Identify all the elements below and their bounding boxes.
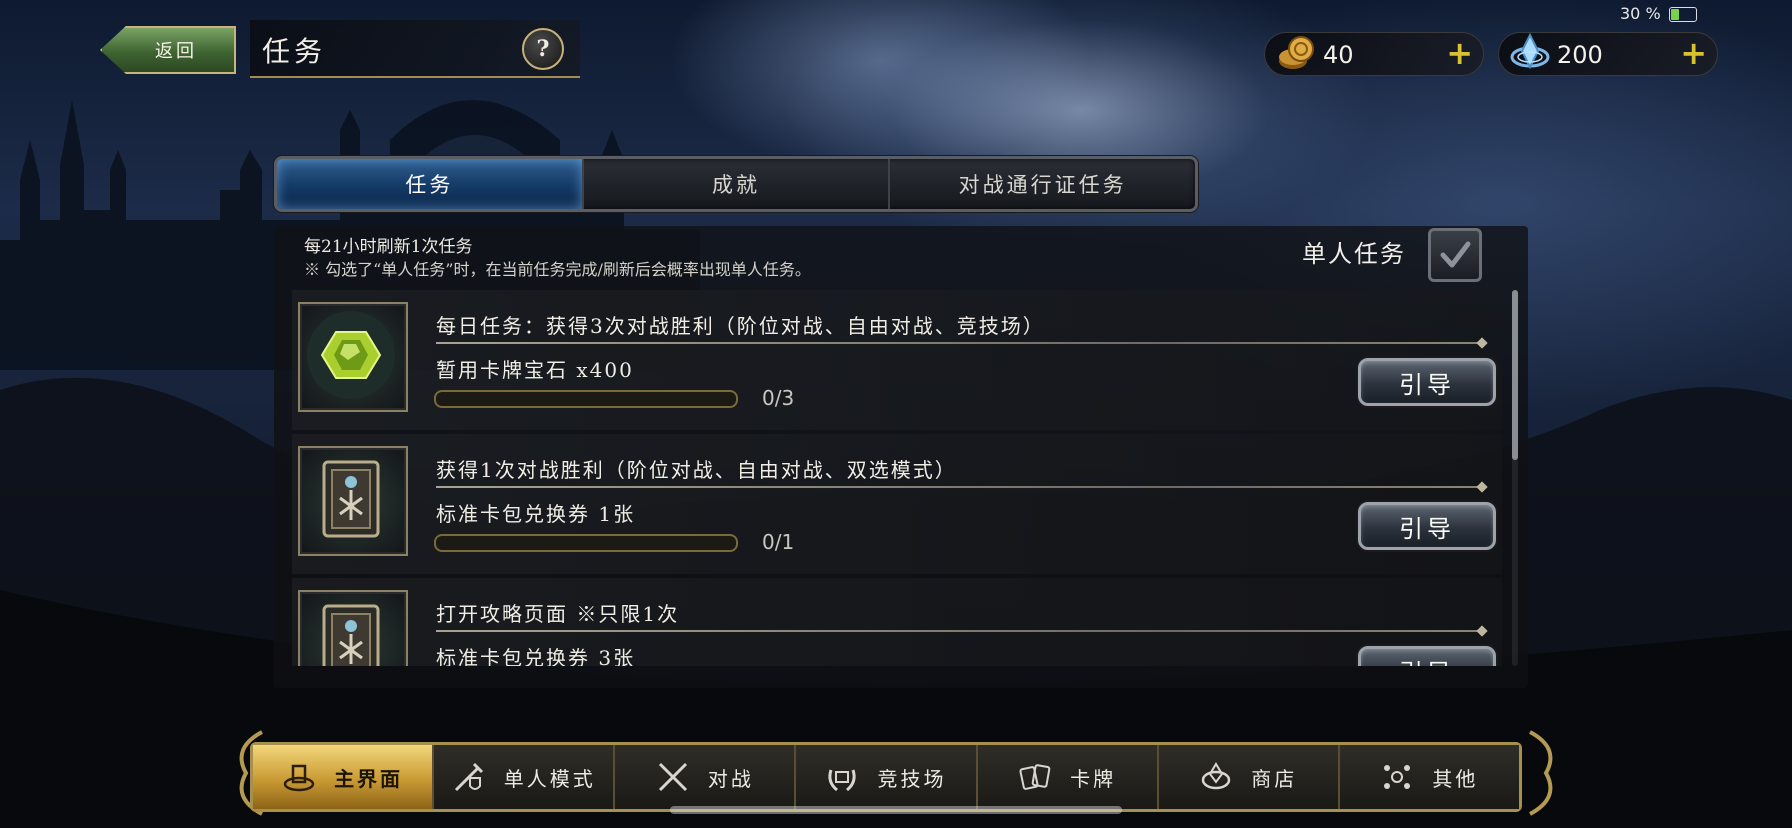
add-crystal-button[interactable]: + [1680,37,1707,69]
mission-title: 获得1次对战胜利（阶位对战、自由对战、双选模式） [436,458,957,482]
mission-progress-text: 0/3 [762,386,795,410]
home-indicator[interactable] [670,806,1122,814]
solo-mission-label: 单人任务 [1302,240,1406,268]
add-gold-button[interactable]: + [1446,37,1473,69]
mission-reward: 标准卡包兑换券 1张 [436,502,636,526]
battery-indicator: 30 % [1620,4,1697,23]
shop-icon [1202,762,1231,790]
refresh-note: 每21小时刷新1次任务 [304,237,473,257]
sword-shield-icon [454,762,483,792]
nav-shop-label: 商店 [1251,766,1298,791]
nav-cards[interactable]: 卡牌 [977,745,1159,809]
card-pack-ticket-icon [298,446,408,556]
help-button[interactable]: ? [522,28,564,70]
crystal-amount: 200 [1557,41,1603,69]
mission-divider [436,342,1482,344]
nav-solo-mode[interactable]: 单人模式 [434,745,616,809]
tab-achievements[interactable]: 成就 [584,159,891,209]
battery-fill [1670,9,1679,20]
tab-battle-pass-missions[interactable]: 对战通行证任务 [890,159,1195,209]
mission-panel: 每21小时刷新1次任务 ※ 勾选了“单人任务”时，在当前任务完成/刷新后会概率出… [274,226,1528,688]
gold-amount: 40 [1323,41,1354,69]
solo-mission-checkbox[interactable] [1428,228,1482,282]
arena-wreath-icon [828,769,857,792]
guide-button[interactable]: 引导 [1358,646,1496,666]
bottom-navigation: 主界面 单人模式 对战 竞技场 卡牌 商店 其他 [250,742,1522,812]
mission-title: 每日任务：获得3次对战胜利（阶位对战、自由对战、竞技场） [436,314,1045,338]
crossed-swords-icon [658,762,687,792]
mission-progress-text: 0/1 [762,530,795,554]
help-icon: ? [536,36,550,62]
nav-cards-label: 卡牌 [1070,766,1117,791]
mission-tabs: 任务 成就 对战通行证任务 [274,156,1198,212]
mission-row: 打开攻略页面 ※只限1次 标准卡包兑换券 3张 引导 [292,578,1502,666]
nav-other[interactable]: 其他 [1339,745,1519,809]
home-icon [283,764,315,792]
mission-list: 每日任务：获得3次对战胜利（阶位对战、自由对战、竞技场） 暂用卡牌宝石 x400… [292,290,1502,666]
page-title: 任务 [262,35,327,68]
solo-mission-note: ※ 勾选了“单人任务”时，在当前任务完成/刷新后会概率出现单人任务。 [304,260,811,279]
mission-row: 每日任务：获得3次对战胜利（阶位对战、自由对战、竞技场） 暂用卡牌宝石 x400… [292,290,1502,430]
nav-shop[interactable]: 商店 [1158,745,1340,809]
mission-reward: 暂用卡牌宝石 x400 [436,358,634,382]
mission-scrollbar[interactable] [1512,290,1518,666]
mission-progress-bar [434,390,738,408]
nav-ornament-right [1529,730,1553,816]
gold-currency: 40 + [1264,32,1484,76]
back-button[interactable]: 返回 [100,26,236,74]
mission-reward: 标准卡包兑换券 3张 [436,646,636,666]
mission-progress-bar [434,534,738,552]
nav-arena-label: 竞技场 [877,766,947,791]
guide-button[interactable]: 引导 [1358,502,1496,550]
checkmark-icon [1440,241,1471,268]
nav-other-label: 其他 [1432,766,1479,791]
gold-coin-icon [1279,36,1314,69]
cards-icon [1019,764,1051,790]
card-pack-ticket-icon [298,590,408,666]
crystal-currency: 200 + [1498,32,1718,76]
battery-icon [1668,7,1697,22]
battery-percent: 30 % [1620,4,1661,23]
mission-divider [436,486,1482,488]
scrollbar-thumb[interactable] [1512,290,1518,460]
nav-home-label: 主界面 [334,766,404,791]
gem-icon [298,302,408,412]
crystal-icon [1510,32,1550,70]
nav-arena[interactable]: 竞技场 [796,745,978,809]
nav-home[interactable]: 主界面 [253,745,435,809]
page-title-bar: 任务 ? [250,20,580,78]
nav-battle[interactable]: 对战 [615,745,797,809]
mission-title: 打开攻略页面 ※只限1次 [436,602,680,626]
other-icon [1384,765,1411,789]
nav-solo-mode-label: 单人模式 [503,766,596,791]
mission-divider [436,630,1482,632]
guide-button[interactable]: 引导 [1358,358,1496,406]
back-button-label: 返回 [155,41,197,61]
tab-missions[interactable]: 任务 [277,159,584,209]
nav-battle-label: 对战 [707,766,754,791]
mission-row: 获得1次对战胜利（阶位对战、自由对战、双选模式） 标准卡包兑换券 1张 0/1 … [292,434,1502,574]
